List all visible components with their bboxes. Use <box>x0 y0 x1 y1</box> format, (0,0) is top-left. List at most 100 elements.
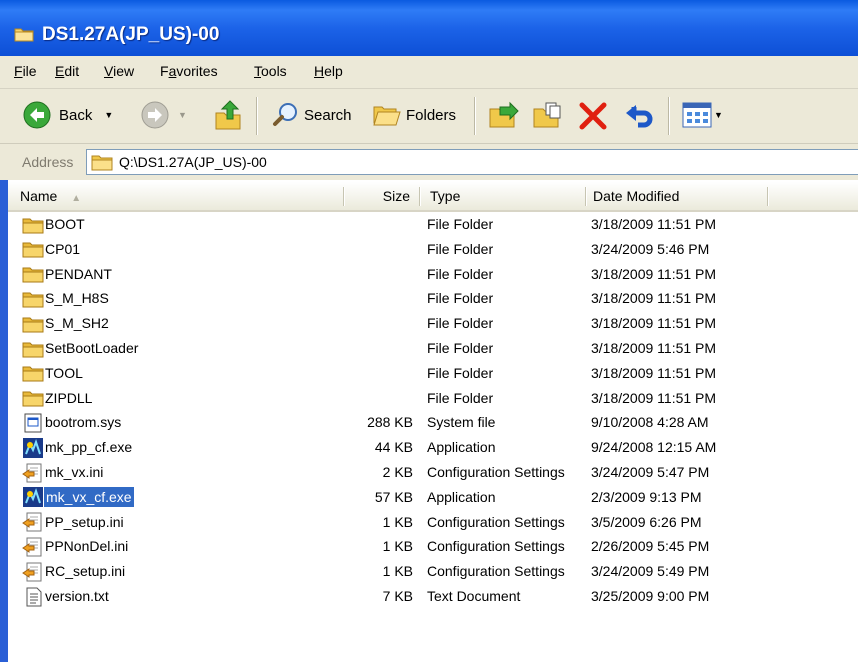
window-left-border <box>0 180 8 662</box>
file-type: Configuration Settings <box>427 464 565 480</box>
config-settings-icon <box>22 536 45 558</box>
file-type: Application <box>427 439 496 456</box>
file-row[interactable]: mk_vx.ini 2 KB Configuration Settings 3/24/… <box>8 460 858 485</box>
file-name-cell[interactable]: PP_setup.ini <box>22 510 124 535</box>
address-input[interactable]: Q:\DS1.27A(JP_US)-00 <box>86 149 858 175</box>
address-label: Address <box>22 154 74 170</box>
file-row[interactable]: TOOL File Folder 3/18/2009 11:51 PM <box>8 361 858 386</box>
file-type: File Folder <box>427 216 494 232</box>
file-row[interactable]: ZIPDLL File Folder 3/18/2009 11:51 PM <box>8 386 858 411</box>
file-size: 57 KB <box>374 488 413 505</box>
file-size: 288 KB <box>367 414 413 431</box>
column-header-type[interactable]: Type <box>430 182 460 210</box>
file-row[interactable]: PENDANT File Folder 3/18/2009 11:51 PM <box>8 262 858 287</box>
file-type: Text Document <box>427 588 521 604</box>
copy-to-icon[interactable] <box>532 101 564 131</box>
file-name-cell[interactable]: BOOT <box>22 212 85 237</box>
file-name: TOOL <box>45 364 83 381</box>
forward-arrow-icon <box>141 101 169 129</box>
delete-icon[interactable] <box>578 101 608 131</box>
sort-ascending-icon: ▲ <box>71 193 82 204</box>
column-header-size[interactable]: Size <box>348 182 410 210</box>
folders-label: Folders <box>406 106 457 124</box>
move-to-icon[interactable] <box>488 101 520 131</box>
menu-file[interactable]: File <box>14 63 37 79</box>
config-settings-icon <box>22 511 45 533</box>
file-row[interactable]: PP_setup.ini 1 KB Configuration Settings 3/… <box>8 510 858 535</box>
toolbar: Back ▼ ▼ Search Folders ▼ <box>0 89 858 144</box>
column-header-date-modified[interactable]: Date Modified <box>593 182 679 210</box>
forward-dropdown-icon[interactable]: ▼ <box>178 110 187 120</box>
menu-tools[interactable]: Tools <box>254 63 287 79</box>
folder-icon <box>14 28 34 42</box>
file-name: version.txt <box>45 588 109 604</box>
file-row[interactable]: version.txt 7 KB Text Document 3/25/2009 9:… <box>8 584 858 609</box>
file-row[interactable]: mk_pp_cf.exe 44 KB Application 9/24/2008 12… <box>8 435 858 460</box>
forward-button[interactable]: ▼ <box>140 100 187 130</box>
config-settings-icon <box>22 462 45 484</box>
file-name-cell[interactable]: mk_pp_cf.exe <box>22 435 132 460</box>
file-name-cell[interactable]: PPNonDel.ini <box>22 534 128 559</box>
file-name-cell[interactable]: SetBootLoader <box>22 336 138 361</box>
folder-icon <box>22 313 45 335</box>
title-bar[interactable]: DS1.27A(JP_US)-00 <box>0 0 858 56</box>
file-row[interactable]: S_M_SH2 File Folder 3/18/2009 11:51 PM <box>8 311 858 336</box>
folders-button[interactable]: Folders <box>372 101 456 129</box>
list-header: Name ▲ Size Type Date Modified <box>8 182 858 212</box>
file-name: RC_setup.ini <box>45 563 126 580</box>
views-dropdown-icon[interactable]: ▼ <box>714 110 723 120</box>
file-name-cell[interactable]: S_M_SH2 <box>22 311 109 336</box>
back-button[interactable]: Back ▼ <box>22 100 113 130</box>
file-row[interactable]: RC_setup.ini 1 KB Configuration Settings 3/… <box>8 559 858 584</box>
folder-icon <box>22 238 45 260</box>
address-bar: Address Q:\DS1.27A(JP_US)-00 <box>0 144 858 180</box>
file-name-cell[interactable]: PENDANT <box>22 262 112 287</box>
file-name-cell[interactable]: bootrom.sys <box>22 410 121 435</box>
file-date-modified: 3/18/2009 11:51 PM <box>591 315 717 332</box>
folder-icon <box>22 214 45 236</box>
file-row[interactable]: bootrom.sys 288 KB System file 9/10/2008 4:… <box>8 410 858 435</box>
folder-icon <box>22 263 45 285</box>
file-row[interactable]: mk_vx_cf.exe 57 KB Application 2/3/2009 9:1… <box>8 485 858 510</box>
file-date-modified: 3/24/2009 5:49 PM <box>591 563 710 580</box>
menu-view[interactable]: View <box>104 63 134 79</box>
file-date-modified: 3/24/2009 5:47 PM <box>591 464 710 480</box>
file-date-modified: 3/18/2009 11:51 PM <box>591 340 717 356</box>
file-name: mk_vx_cf.exe <box>44 487 134 508</box>
file-name-cell[interactable]: RC_setup.ini <box>22 559 125 584</box>
views-button[interactable]: ▼ <box>682 102 723 128</box>
file-size: 1 KB <box>382 513 413 530</box>
file-name-cell[interactable]: mk_vx_cf.exe <box>22 485 134 510</box>
file-name-cell[interactable]: mk_vx.ini <box>22 460 103 485</box>
file-row[interactable]: CP01 File Folder 3/24/2009 5:46 PM <box>8 237 858 262</box>
up-button[interactable] <box>214 99 244 131</box>
search-button[interactable]: Search <box>272 101 352 129</box>
file-row[interactable]: SetBootLoader File Folder 3/18/2009 11:51 … <box>8 336 858 361</box>
file-name-cell[interactable]: CP01 <box>22 237 80 262</box>
column-header-name[interactable]: Name ▲ <box>20 182 81 210</box>
file-size: 2 KB <box>382 464 413 480</box>
up-folder-icon <box>215 100 241 130</box>
file-name: ZIPDLL <box>45 389 93 406</box>
file-type: File Folder <box>427 364 494 381</box>
menu-help[interactable]: Help <box>314 63 343 79</box>
file-name-cell[interactable]: ZIPDLL <box>22 386 92 411</box>
menu-favorites[interactable]: Favorites <box>160 63 218 79</box>
file-row[interactable]: S_M_H8S File Folder 3/18/2009 11:51 PM <box>8 286 858 311</box>
file-name: BOOT <box>45 216 85 232</box>
file-name: mk_pp_cf.exe <box>45 439 133 456</box>
file-type: File Folder <box>427 240 494 257</box>
back-dropdown-icon[interactable]: ▼ <box>104 110 113 120</box>
file-name: mk_vx.ini <box>45 464 104 480</box>
file-date-modified: 3/18/2009 11:51 PM <box>591 389 717 406</box>
file-name: SetBootLoader <box>45 340 139 356</box>
file-name-cell[interactable]: S_M_H8S <box>22 286 109 311</box>
file-row[interactable]: BOOT File Folder 3/18/2009 11:51 PM <box>8 212 858 237</box>
file-row[interactable]: PPNonDel.ini 1 KB Configuration Settings 2/… <box>8 534 858 559</box>
file-name-cell[interactable]: TOOL <box>22 361 83 386</box>
file-name: bootrom.sys <box>45 414 122 431</box>
undo-icon[interactable] <box>624 101 656 131</box>
file-name: PPNonDel.ini <box>45 538 129 555</box>
menu-edit[interactable]: Edit <box>55 63 79 79</box>
file-name-cell[interactable]: version.txt <box>22 584 109 609</box>
